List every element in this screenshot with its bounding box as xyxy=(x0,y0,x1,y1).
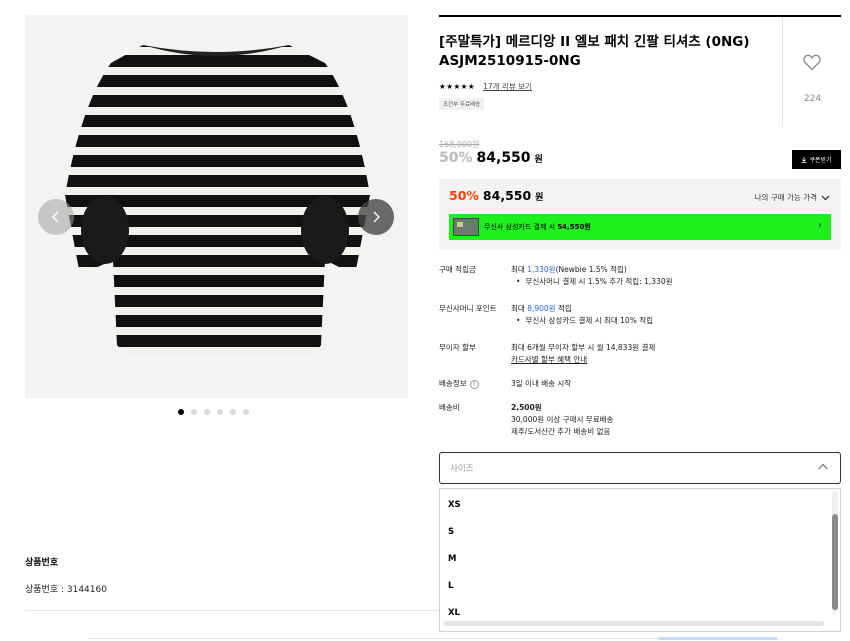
pagination-dot-2[interactable] xyxy=(191,409,197,415)
member-price: 50% 84,550 원 xyxy=(449,188,543,203)
rating-row: ★★★★★ 17개 리뷰 보기 xyxy=(439,81,532,92)
divider xyxy=(88,638,658,639)
chevron-right-icon xyxy=(373,211,380,223)
member-percent: 50% xyxy=(449,188,479,203)
installment-label: 무이자 할부 xyxy=(439,343,476,352)
money-points-amount: 8,900원 xyxy=(527,304,556,313)
pagination-dot-4[interactable] xyxy=(217,409,223,415)
original-price: 168,000원 xyxy=(439,140,480,149)
pagination-dot-3[interactable] xyxy=(204,409,210,415)
sale-percent: 50% xyxy=(439,150,473,166)
pagination-dot-6[interactable] xyxy=(243,409,249,415)
like-button[interactable] xyxy=(803,54,821,75)
pagination-dot-1[interactable] xyxy=(178,409,184,415)
coupon-button[interactable]: 쿠폰받기 xyxy=(792,150,841,169)
product-image xyxy=(25,15,408,398)
size-option-s[interactable]: S xyxy=(448,527,454,537)
divider xyxy=(25,610,440,611)
chevron-left-icon xyxy=(52,211,59,223)
chevron-down-icon xyxy=(821,195,830,200)
prev-image-button[interactable] xyxy=(38,199,74,235)
chevron-up-icon xyxy=(818,463,828,470)
help-icon[interactable]: ? xyxy=(469,380,479,389)
product-number-heading: 상품번호 xyxy=(25,558,59,568)
card-promo-text: 무신사 삼성카드 결제 시 54,550원 xyxy=(484,223,591,231)
sale-price-row: 50% 84,550 원 xyxy=(439,150,543,166)
product-title: [주말특가] 메르디앙 II 엘보 패치 긴팔 티셔츠 (0NG) ASJM25… xyxy=(439,34,750,69)
coupon-button-label: 쿠폰받기 xyxy=(809,157,832,164)
shipping-fee-label: 배송비 xyxy=(439,403,460,412)
review-link[interactable]: 17개 리뷰 보기 xyxy=(483,81,532,92)
size-select-placeholder: 사이즈 xyxy=(450,464,474,474)
size-option-xl[interactable]: XL xyxy=(448,608,460,618)
bottom-bar-edge xyxy=(658,637,778,640)
size-option-m[interactable]: M xyxy=(448,554,456,564)
card-promo-price: 54,550원 xyxy=(557,223,591,231)
credit-card-icon xyxy=(453,218,479,236)
my-price-label: 나의 구매 가능 가격 xyxy=(754,193,817,202)
download-icon xyxy=(801,156,807,163)
like-count: 224 xyxy=(803,94,822,104)
size-options-list: XS S M L XL xyxy=(439,488,841,632)
product-number-value: 상품번호 : 3144160 xyxy=(25,585,107,595)
pagination-dot-5[interactable] xyxy=(230,409,236,415)
points-amount: 1,330원 xyxy=(527,265,556,274)
scrollbar-thumb[interactable] xyxy=(832,514,838,610)
heart-icon xyxy=(803,54,821,71)
sale-price: 84,550 xyxy=(476,150,531,166)
horizontal-scrollbar[interactable] xyxy=(444,621,824,626)
shipping-fee-amount: 2,500원 xyxy=(511,403,542,412)
card-promo-banner[interactable]: 무신사 삼성카드 결제 시 54,550원 › xyxy=(449,214,831,240)
money-points-label: 무신사머니 포인트 xyxy=(439,304,497,313)
member-price-amount: 84,550 xyxy=(482,188,532,203)
star-rating: ★★★★★ xyxy=(439,82,476,91)
currency-unit: 원 xyxy=(534,155,543,165)
next-image-button[interactable] xyxy=(358,199,394,235)
image-pagination xyxy=(178,409,249,415)
divider xyxy=(439,15,841,17)
size-select[interactable]: 사이즈 xyxy=(439,452,841,484)
my-price-toggle[interactable]: 나의 구매 가능 가격 xyxy=(755,192,830,203)
installment-benefit-link[interactable]: 카드사별 할부 혜택 안내 xyxy=(511,354,655,366)
points-label: 구매 적립금 xyxy=(439,265,476,274)
size-option-xs[interactable]: XS xyxy=(448,500,461,510)
currency-unit: 원 xyxy=(535,193,544,203)
member-price-box: 50% 84,550 원 나의 구매 가능 가격 무신사 삼성카드 결제 시 5… xyxy=(439,179,841,250)
size-option-l[interactable]: L xyxy=(448,581,453,591)
tshirt-image xyxy=(65,45,370,355)
like-section: 224 xyxy=(782,17,841,127)
shipping-badge: 조건부 무료배송 xyxy=(439,98,485,110)
delivery-label: 배송정보 xyxy=(439,379,467,388)
chevron-right-icon: › xyxy=(818,220,822,231)
